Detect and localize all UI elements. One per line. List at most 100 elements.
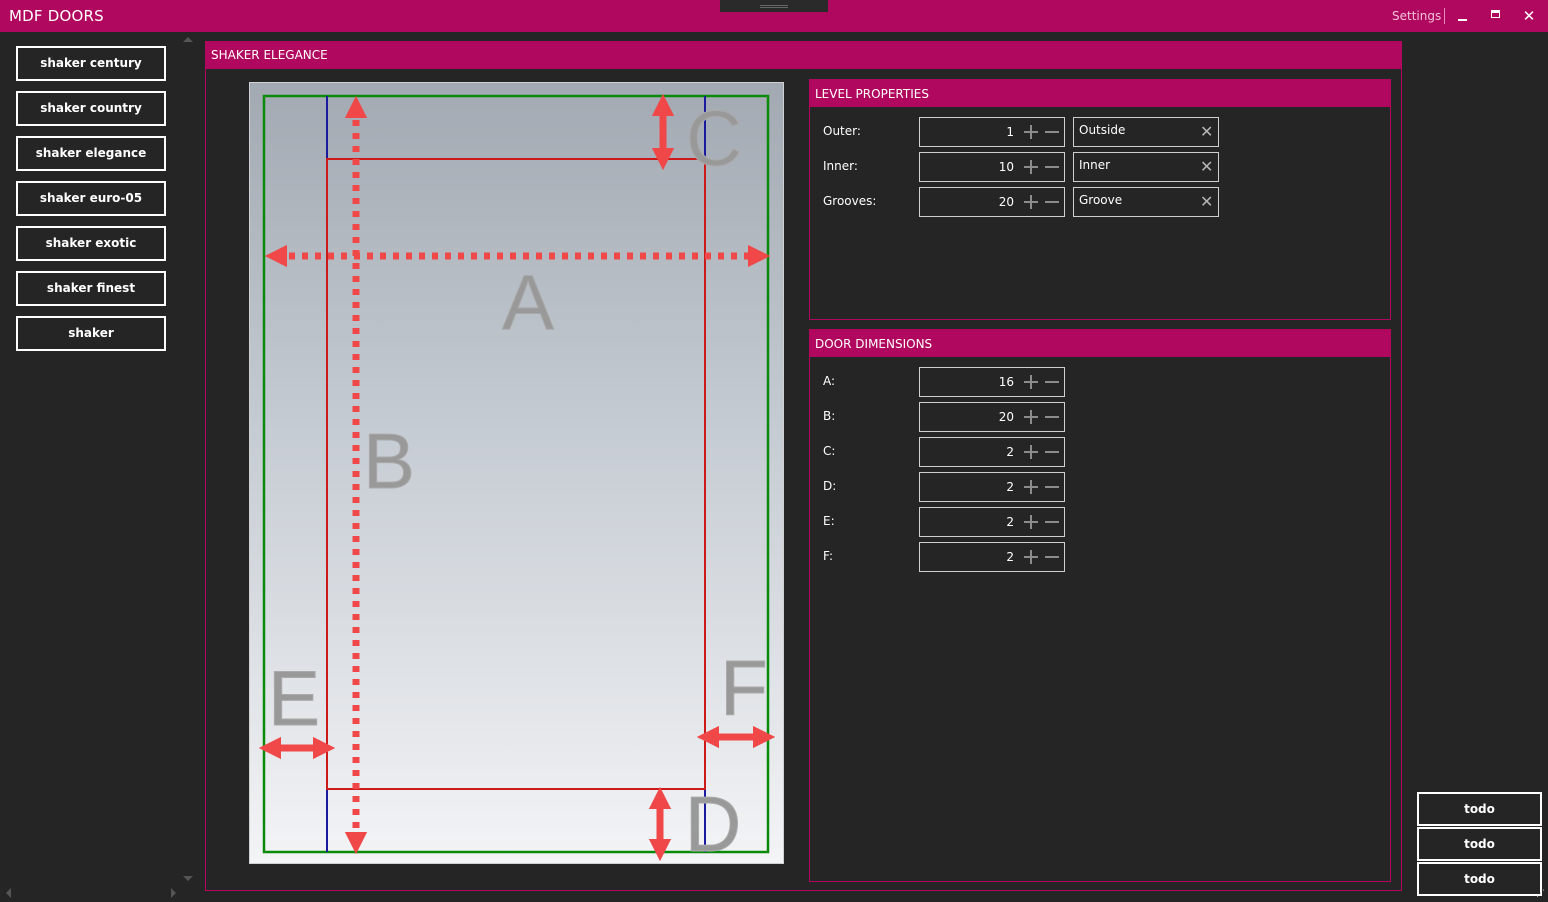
level-name-field[interactable]: Inner ✕: [1073, 152, 1219, 182]
stepper-value[interactable]: 20: [999, 410, 1014, 424]
stepper-value[interactable]: 2: [1006, 515, 1014, 529]
door-style-button[interactable]: shaker elegance: [16, 136, 166, 171]
level-label: Inner:: [823, 159, 858, 173]
level-row-grooves: Grooves: 20 Groove ✕: [810, 187, 1390, 217]
stepper-value[interactable]: 16: [999, 375, 1014, 389]
dimension-row-f: F: 2: [810, 542, 1390, 572]
maximize-icon[interactable]: [1484, 6, 1506, 26]
scroll-right-icon[interactable]: [171, 888, 176, 898]
dimension-stepper[interactable]: 2: [919, 437, 1065, 467]
plus-icon[interactable]: [1024, 375, 1038, 389]
dimension-row-a: A: 16: [810, 367, 1390, 397]
minus-icon[interactable]: [1045, 381, 1059, 383]
label-e: E: [268, 654, 320, 742]
stepper-value[interactable]: 1: [1006, 125, 1014, 139]
stepper-value[interactable]: 10: [999, 160, 1014, 174]
todo-button[interactable]: todo: [1417, 792, 1542, 826]
minus-icon[interactable]: [1045, 556, 1059, 558]
door-style-button[interactable]: shaker century: [16, 46, 166, 81]
level-row-inner: Inner: 10 Inner ✕: [810, 152, 1390, 182]
door-style-button[interactable]: shaker exotic: [16, 226, 166, 261]
door-style-button[interactable]: shaker finest: [16, 271, 166, 306]
clear-icon[interactable]: ✕: [1200, 122, 1213, 142]
plus-icon[interactable]: [1024, 445, 1038, 459]
plus-icon[interactable]: [1024, 480, 1038, 494]
grip-icon: [760, 5, 788, 8]
door-dimensions-panel: DOOR DIMENSIONS A: 16 B: 20 C: 2 D: 2 E:…: [809, 329, 1391, 882]
minus-icon[interactable]: [1045, 451, 1059, 453]
door-diagram-svg: A B C D E F: [258, 94, 776, 865]
door-editor-panel: SHAKER ELEGANCE A B C D E F LEVEL PROPER…: [205, 41, 1402, 891]
level-name-field[interactable]: Outside ✕: [1073, 117, 1219, 147]
minimize-icon[interactable]: [1451, 6, 1473, 26]
settings-link[interactable]: Settings: [1392, 9, 1441, 23]
close-icon[interactable]: ✕: [1518, 6, 1540, 26]
level-name-field[interactable]: Groove ✕: [1073, 187, 1219, 217]
label-d: D: [685, 780, 741, 865]
minus-icon[interactable]: [1045, 521, 1059, 523]
todo-button[interactable]: todo: [1417, 827, 1542, 861]
level-label: Outer:: [823, 124, 861, 138]
plus-icon[interactable]: [1024, 160, 1038, 174]
level-properties-title: LEVEL PROPERTIES: [810, 80, 1390, 107]
dimension-stepper[interactable]: 2: [919, 542, 1065, 572]
app-title: MDF DOORS: [9, 7, 104, 25]
minus-icon[interactable]: [1045, 486, 1059, 488]
door-diagram: A B C D E F: [249, 82, 784, 865]
scroll-up-icon[interactable]: [183, 37, 193, 42]
dimension-stepper[interactable]: 2: [919, 472, 1065, 502]
dimension-stepper[interactable]: 16: [919, 367, 1065, 397]
plus-icon[interactable]: [1024, 125, 1038, 139]
stepper-value[interactable]: 2: [1006, 445, 1014, 459]
dimension-row-d: D: 2: [810, 472, 1390, 502]
dimension-label: B:: [823, 409, 836, 423]
dimension-label: A:: [823, 374, 836, 388]
plus-icon[interactable]: [1024, 515, 1038, 529]
level-stepper[interactable]: 1: [919, 117, 1065, 147]
dimension-row-e: E: 2: [810, 507, 1390, 537]
drag-handle[interactable]: [720, 0, 828, 12]
level-properties-panel: LEVEL PROPERTIES Outer: 1 Outside ✕ Inne…: [809, 79, 1391, 320]
dimension-label: F:: [823, 549, 834, 563]
dimension-row-b: B: 20: [810, 402, 1390, 432]
dimension-stepper[interactable]: 20: [919, 402, 1065, 432]
level-stepper[interactable]: 10: [919, 152, 1065, 182]
stepper-value[interactable]: 20: [999, 195, 1014, 209]
level-name-value[interactable]: Outside: [1079, 123, 1125, 137]
plus-icon[interactable]: [1024, 550, 1038, 564]
dimension-label: C:: [823, 444, 836, 458]
clear-icon[interactable]: ✕: [1200, 157, 1213, 177]
level-name-value[interactable]: Inner: [1079, 158, 1110, 172]
door-style-button[interactable]: shaker: [16, 316, 166, 351]
door-style-list: shaker century shaker country shaker ele…: [16, 46, 166, 361]
title-bar: MDF DOORS Settings ✕: [0, 0, 1548, 32]
minus-icon[interactable]: [1045, 201, 1059, 203]
level-stepper[interactable]: 20: [919, 187, 1065, 217]
todo-button[interactable]: todo: [1417, 862, 1542, 896]
stepper-value[interactable]: 2: [1006, 480, 1014, 494]
scroll-down-icon[interactable]: [183, 876, 193, 881]
panel-title: SHAKER ELEGANCE: [206, 42, 1401, 69]
clear-icon[interactable]: ✕: [1200, 192, 1213, 212]
label-b: B: [363, 417, 415, 505]
title-separator: [1444, 8, 1445, 24]
minus-icon[interactable]: [1045, 166, 1059, 168]
plus-icon[interactable]: [1024, 195, 1038, 209]
stepper-value[interactable]: 2: [1006, 550, 1014, 564]
label-c: C: [686, 94, 742, 182]
door-style-button[interactable]: shaker country: [16, 91, 166, 126]
plus-icon[interactable]: [1024, 410, 1038, 424]
resize-grip-icon[interactable]: ⋰: [1536, 889, 1545, 899]
minus-icon[interactable]: [1045, 131, 1059, 133]
minus-icon[interactable]: [1045, 416, 1059, 418]
dimension-row-c: C: 2: [810, 437, 1390, 467]
level-label: Grooves:: [823, 194, 877, 208]
door-dimensions-title: DOOR DIMENSIONS: [810, 330, 1390, 357]
dimension-label: E:: [823, 514, 835, 528]
scroll-left-icon[interactable]: [6, 888, 11, 898]
door-style-button[interactable]: shaker euro-05: [16, 181, 166, 216]
level-name-value[interactable]: Groove: [1079, 193, 1122, 207]
level-row-outer: Outer: 1 Outside ✕: [810, 117, 1390, 147]
dimension-stepper[interactable]: 2: [919, 507, 1065, 537]
label-f: F: [720, 644, 768, 732]
